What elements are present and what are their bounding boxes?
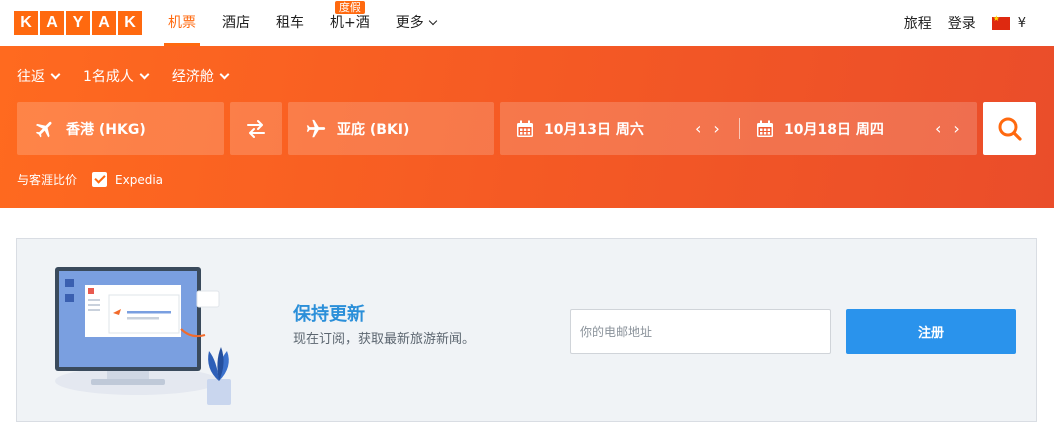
- chevron-down-icon: [219, 69, 230, 80]
- date-divider: [739, 118, 740, 139]
- search-icon: [998, 117, 1022, 141]
- calendar-icon: [517, 120, 533, 137]
- dates-field: 10月13日 周六 ‹ › 10月18日 周四 ‹ ›: [500, 102, 977, 155]
- currency-selector[interactable]: ¥: [1018, 16, 1026, 31]
- newsletter-subtitle: 现在订阅，获取最新旅游新闻。: [293, 332, 476, 347]
- search-options: 往返 1名成人 经济舱: [17, 66, 230, 86]
- plane-icon: [306, 119, 326, 137]
- return-date-arrows: ‹ ›: [935, 102, 960, 155]
- logo-letter: A: [40, 11, 64, 35]
- newsletter-illustration: [55, 267, 231, 405]
- expedia-checkbox[interactable]: [92, 172, 108, 187]
- nav-item-cars[interactable]: 租车: [276, 0, 304, 46]
- origin-value: 香港 (HKG): [66, 121, 146, 138]
- chevron-down-icon: [50, 69, 61, 80]
- destination-field[interactable]: 亚庇 (BKI): [288, 102, 494, 155]
- top-header: K A Y A K 机票 酒店 租车 度假 机+酒 更多 旅程 登录 ★ ¥: [0, 0, 1054, 46]
- email-input[interactable]: [570, 309, 831, 354]
- trips-link[interactable]: 旅程: [904, 13, 932, 33]
- header-right: 旅程 登录 ¥: [904, 0, 1026, 46]
- page: K A Y A K 机票 酒店 租车 度假 机+酒 更多 旅程 登录 ★ ¥ 往…: [0, 0, 1054, 429]
- depart-date-arrows: ‹ ›: [695, 102, 720, 155]
- calendar-icon: [757, 120, 773, 137]
- origin-field[interactable]: 香港 (HKG): [17, 102, 224, 155]
- chevron-down-icon: [139, 69, 150, 80]
- trip-type-label: 往返: [17, 69, 45, 85]
- nav-item-flights[interactable]: 机票: [164, 0, 200, 46]
- signup-button[interactable]: 注册: [846, 309, 1016, 354]
- return-date[interactable]: 10月18日 周四: [755, 102, 884, 155]
- swap-button[interactable]: [230, 102, 282, 155]
- login-link[interactable]: 登录: [948, 13, 976, 33]
- next-day-button[interactable]: ›: [953, 119, 959, 138]
- plane-takeoff-icon: [35, 121, 52, 137]
- nav-item-label: 机票: [168, 15, 196, 31]
- depart-date[interactable]: 10月13日 周六: [515, 102, 644, 155]
- search-hero: 往返 1名成人 经济舱 香港 (HKG) 亚庇 (BKI) 10月13日 周六 …: [0, 46, 1054, 208]
- main-nav: 机票 酒店 租车 度假 机+酒 更多: [164, 0, 462, 46]
- china-flag-icon[interactable]: [991, 14, 1010, 30]
- travelers-label: 1名成人: [83, 69, 134, 85]
- kayak-logo[interactable]: K A Y A K: [14, 11, 142, 35]
- newsletter-title: 保持更新: [293, 304, 365, 325]
- next-day-button[interactable]: ›: [713, 119, 719, 138]
- prev-day-button[interactable]: ‹: [935, 119, 941, 138]
- nav-item-label: 租车: [276, 15, 304, 31]
- newsletter-panel: 保持更新 现在订阅，获取最新旅游新闻。 注册: [16, 238, 1037, 422]
- compare-label: 与客涯比价: [17, 173, 78, 187]
- swap-icon: [247, 119, 265, 138]
- logo-letter: K: [118, 11, 142, 35]
- return-date-value: 10月18日 周四: [784, 121, 884, 138]
- logo-letter: K: [14, 11, 38, 35]
- logo-letter: Y: [66, 11, 90, 35]
- depart-date-value: 10月13日 周六: [544, 121, 644, 138]
- destination-value: 亚庇 (BKI): [337, 121, 410, 138]
- nav-item-label: 酒店: [222, 15, 250, 31]
- prev-day-button[interactable]: ‹: [695, 119, 701, 138]
- search-button[interactable]: [983, 102, 1036, 155]
- nav-item-label: 更多: [395, 15, 424, 31]
- chevron-down-icon: [428, 16, 437, 26]
- logo-letter: A: [92, 11, 116, 35]
- nav-item-label: 机+酒: [330, 15, 370, 31]
- cabin-dropdown[interactable]: 经济舱: [171, 66, 230, 86]
- compare-row: 与客涯比价 Expedia: [17, 171, 163, 188]
- compare-option-label[interactable]: Expedia: [115, 173, 163, 187]
- nav-item-more[interactable]: 更多: [395, 0, 437, 46]
- travelers-dropdown[interactable]: 1名成人: [83, 66, 150, 86]
- vacation-badge: 度假: [334, 1, 365, 14]
- trip-type-dropdown[interactable]: 往返: [17, 66, 61, 86]
- nav-item-packages[interactable]: 度假 机+酒: [330, 0, 370, 46]
- cabin-label: 经济舱: [171, 69, 214, 85]
- nav-item-hotels[interactable]: 酒店: [222, 0, 250, 46]
